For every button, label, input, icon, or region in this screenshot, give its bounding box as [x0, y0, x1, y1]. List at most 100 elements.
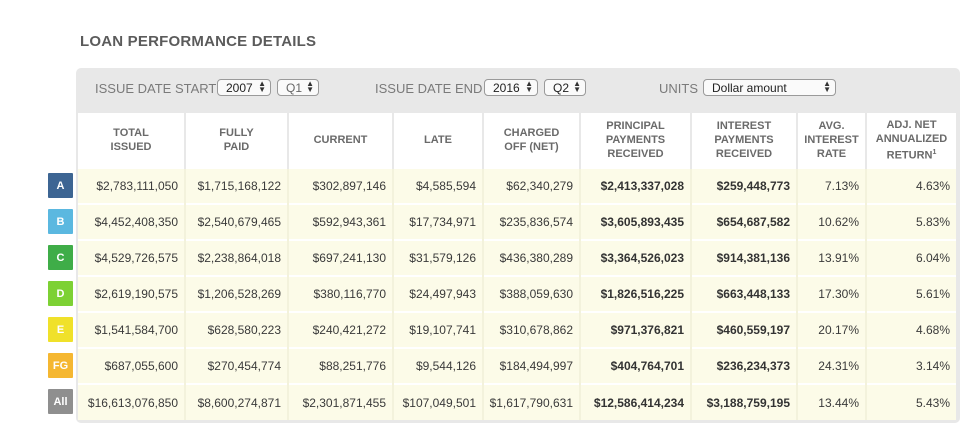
col-adj-net-return-header: ADJ. NET ANNUALIZED RETURN1: [865, 113, 956, 168]
cell-total-issued: $1,541,584,700: [78, 311, 185, 348]
cell-avg-interest-rate: 10.62%: [796, 203, 866, 240]
cell-fully-paid: $2,540,679,465: [184, 203, 288, 240]
cell-principal-payments: $404,764,701: [579, 347, 691, 384]
cell-current: $302,897,146: [287, 167, 393, 204]
table-row: $2,619,190,575 $1,206,528,269 $380,116,770…: [78, 275, 956, 312]
filter-bar: ISSUE DATE START 2007 ▲ ▼ Q1 ▲ ▼ ISSUE DAT…: [76, 68, 960, 110]
cell-total-issued: $4,452,408,350: [78, 203, 185, 240]
col-total-issued-header: TOTAL ISSUED: [78, 113, 185, 168]
issue-start-quarter-select[interactable]: Q1 ▲ ▼: [277, 79, 319, 96]
select-arrows-icon: ▲ ▼: [525, 79, 533, 94]
col-charged-off-header: CHARGED OFF (NET): [482, 113, 580, 168]
cell-adj-net-return: 5.83%: [865, 203, 956, 240]
issue-end-quarter-value: Q2: [553, 81, 570, 95]
cell-adj-net-return: 6.04%: [865, 239, 956, 276]
page-title: LOAN PERFORMANCE DETAILS: [80, 33, 317, 50]
cell-adj-net-return: 3.14%: [865, 347, 956, 384]
table-row: $4,529,726,575 $2,238,864,018 $697,241,130…: [78, 239, 956, 276]
col-avg-interest-rate-header: AVG. INTEREST RATE: [796, 113, 866, 168]
cell-interest-payments: $259,448,773: [690, 167, 797, 204]
grade-badge: C: [48, 245, 73, 270]
cell-charged-off: $388,059,630: [482, 275, 580, 312]
cell-late: $9,544,126: [392, 347, 483, 384]
cell-adj-net-return: 5.61%: [865, 275, 956, 312]
grade-badge: B: [48, 209, 73, 234]
cell-adj-net-return: 4.68%: [865, 311, 956, 348]
issue-start-year-select[interactable]: 2007 ▲ ▼: [217, 79, 271, 96]
cell-total-issued: $2,619,190,575: [78, 275, 185, 312]
cell-charged-off: $310,678,862: [482, 311, 580, 348]
col-interest-payments-header: INTEREST PAYMENTS RECEIVED: [690, 113, 797, 168]
cell-fully-paid: $8,600,274,871: [184, 383, 288, 420]
cell-fully-paid: $1,715,168,122: [184, 167, 288, 204]
cell-principal-payments: $1,826,516,225: [579, 275, 691, 312]
cell-current: $2,301,871,455: [287, 383, 393, 420]
col-late-header: LATE: [392, 113, 483, 168]
table-header-row: TOTAL ISSUED FULLY PAID CURRENT LATE CHARG…: [78, 113, 956, 168]
select-arrows-icon: ▲ ▼: [306, 79, 314, 94]
cell-interest-payments: $236,234,373: [690, 347, 797, 384]
cell-current: $88,251,776: [287, 347, 393, 384]
cell-principal-payments: $12,586,414,234: [579, 383, 691, 420]
cell-late: $19,107,741: [392, 311, 483, 348]
cell-adj-net-return: 4.63%: [865, 167, 956, 204]
cell-current: $592,943,361: [287, 203, 393, 240]
issue-start-label: ISSUE DATE START: [95, 81, 217, 96]
cell-interest-payments: $460,559,197: [690, 311, 797, 348]
issue-start-quarter-value: Q1: [286, 81, 303, 95]
cell-interest-payments: $654,687,582: [690, 203, 797, 240]
cell-charged-off: $235,836,574: [482, 203, 580, 240]
cell-charged-off: $1,617,790,631: [482, 383, 580, 420]
table-row: $16,613,076,850 $8,600,274,871 $2,301,871,…: [78, 383, 956, 420]
cell-late: $4,585,594: [392, 167, 483, 204]
select-arrows-icon: ▲ ▼: [573, 79, 581, 94]
grade-badge: A: [48, 173, 73, 198]
grade-badge: E: [48, 317, 73, 342]
select-arrows-icon: ▲ ▼: [823, 79, 831, 94]
issue-end-year-select[interactable]: 2016 ▲ ▼: [484, 79, 538, 96]
cell-total-issued: $2,783,111,050: [78, 167, 185, 204]
cell-late: $107,049,501: [392, 383, 483, 420]
cell-fully-paid: $628,580,223: [184, 311, 288, 348]
table-row: $2,783,111,050 $1,715,168,122 $302,897,146…: [78, 167, 956, 204]
grade-badge: D: [48, 281, 73, 306]
cell-current: $240,421,272: [287, 311, 393, 348]
cell-interest-payments: $663,448,133: [690, 275, 797, 312]
col-current-header: CURRENT: [287, 113, 393, 168]
cell-avg-interest-rate: 17.30%: [796, 275, 866, 312]
units-value: Dollar amount: [712, 81, 787, 95]
cell-principal-payments: $971,376,821: [579, 311, 691, 348]
cell-fully-paid: $2,238,864,018: [184, 239, 288, 276]
cell-adj-net-return: 5.43%: [865, 383, 956, 420]
cell-charged-off: $184,494,997: [482, 347, 580, 384]
issue-end-year-value: 2016: [493, 81, 520, 95]
select-arrows-icon: ▲ ▼: [258, 79, 266, 94]
cell-late: $17,734,971: [392, 203, 483, 240]
issue-end-quarter-select[interactable]: Q2 ▲ ▼: [544, 79, 586, 96]
cell-current: $380,116,770: [287, 275, 393, 312]
cell-avg-interest-rate: 24.31%: [796, 347, 866, 384]
footnote-marker: 1: [932, 148, 937, 156]
cell-principal-payments: $3,605,893,435: [579, 203, 691, 240]
grade-badge: All: [48, 389, 73, 414]
cell-principal-payments: $3,364,526,023: [579, 239, 691, 276]
cell-avg-interest-rate: 20.17%: [796, 311, 866, 348]
grade-badge: FG: [48, 353, 73, 378]
issue-end-label: ISSUE DATE END: [375, 81, 483, 96]
cell-total-issued: $16,613,076,850: [78, 383, 185, 420]
cell-avg-interest-rate: 7.13%: [796, 167, 866, 204]
units-select[interactable]: Dollar amount ▲ ▼: [703, 79, 836, 96]
cell-avg-interest-rate: 13.91%: [796, 239, 866, 276]
loan-performance-table: TOTAL ISSUED FULLY PAID CURRENT LATE CHARG…: [78, 113, 956, 420]
cell-charged-off: $62,340,279: [482, 167, 580, 204]
cell-late: $24,497,943: [392, 275, 483, 312]
cell-interest-payments: $914,381,136: [690, 239, 797, 276]
table-row: $1,541,584,700 $628,580,223 $240,421,272 $1…: [78, 311, 956, 348]
units-label: UNITS: [659, 81, 698, 96]
cell-interest-payments: $3,188,759,195: [690, 383, 797, 420]
cell-total-issued: $687,055,600: [78, 347, 185, 384]
cell-charged-off: $436,380,289: [482, 239, 580, 276]
table-row: $4,452,408,350 $2,540,679,465 $592,943,361…: [78, 203, 956, 240]
cell-current: $697,241,130: [287, 239, 393, 276]
cell-fully-paid: $1,206,528,269: [184, 275, 288, 312]
